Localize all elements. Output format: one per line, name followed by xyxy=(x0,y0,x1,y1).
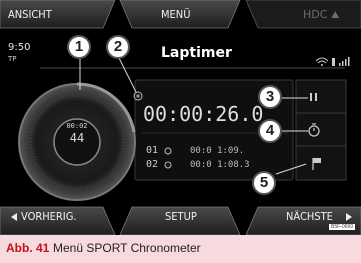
menu-button[interactable]: MENÜ xyxy=(161,8,190,21)
dial-seconds: 44 xyxy=(69,131,85,145)
callout-2: 2 xyxy=(106,35,130,59)
wifi-icon xyxy=(315,57,329,66)
ansicht-button[interactable]: ANSICHT xyxy=(8,8,52,21)
main-timer-readout: 00:00:26.0 xyxy=(143,102,264,126)
callout-3: 3 xyxy=(258,85,282,109)
page-title: Laptimer xyxy=(161,45,232,61)
hdc-car-icon: ⛰ xyxy=(330,10,340,21)
caption-text: Menü SPORT Chronometer xyxy=(53,241,201,255)
dial-readout: 00:02 44 xyxy=(57,122,97,145)
lap-time: 00:0 1:08.3 xyxy=(190,160,250,170)
image-reference: B5F-0699 xyxy=(329,224,355,230)
callout-5: 5 xyxy=(252,171,276,195)
signal-icon xyxy=(339,57,350,66)
lap-time: 00:0 1:09. xyxy=(190,146,245,156)
setup-button[interactable]: SETUP xyxy=(165,210,197,223)
figure-caption: Abb. 41 Menü SPORT Chronometer xyxy=(0,235,361,263)
lap-number: 02 xyxy=(146,159,159,170)
dial-small-time: 00:02 xyxy=(66,122,88,130)
callout-line-2 xyxy=(117,55,137,93)
battery-icon xyxy=(332,58,335,66)
callout-1: 1 xyxy=(67,35,91,59)
callout-4: 4 xyxy=(258,119,282,143)
caption-label: Abb. 41 xyxy=(6,241,50,255)
clock: 9:50 xyxy=(8,42,31,53)
tp-indicator: TP xyxy=(8,55,17,63)
vorherig-button[interactable]: VORHERIG. xyxy=(21,210,77,223)
lap-number: 01 xyxy=(146,145,159,156)
hdc-button[interactable]: HDC ⛰ xyxy=(303,8,339,21)
hdc-label: HDC xyxy=(303,8,328,21)
infotainment-screen: ANSICHT MENÜ HDC ⛰ VORHERIG. SETUP NÄCHS… xyxy=(0,0,361,235)
naechste-button[interactable]: NÄCHSTE xyxy=(286,210,333,223)
